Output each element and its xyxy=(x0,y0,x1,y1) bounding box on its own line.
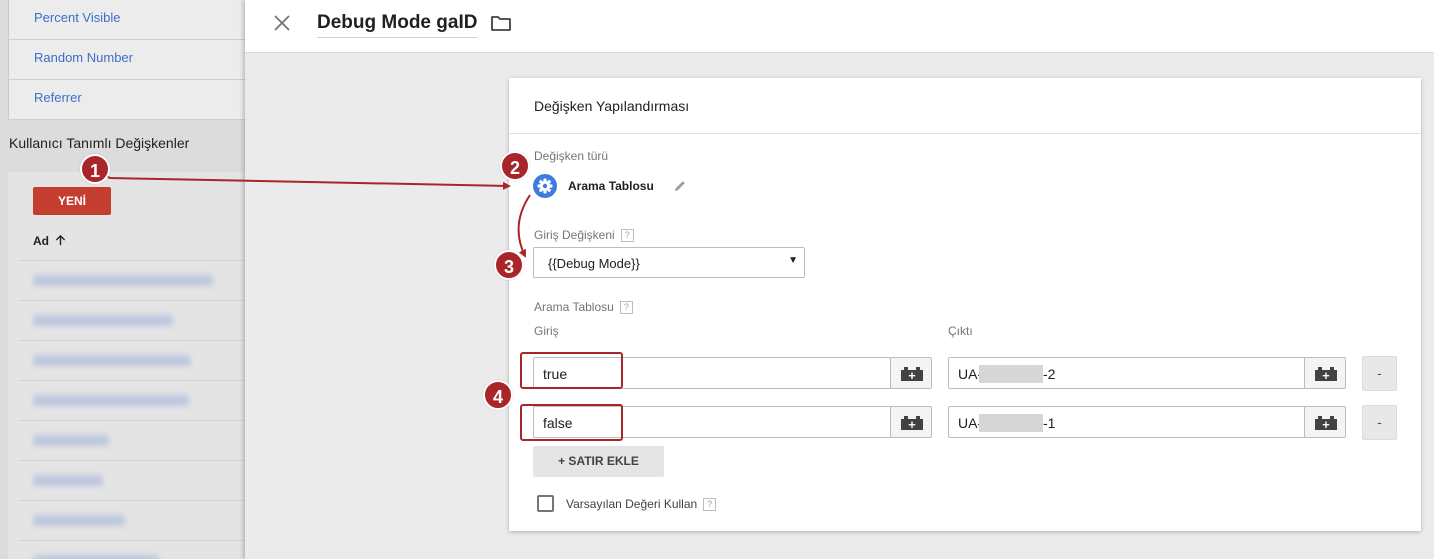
column-output-label: Çıktı xyxy=(948,324,973,338)
gear-icon xyxy=(533,174,557,198)
column-header-name[interactable]: Ad xyxy=(33,234,66,248)
table-row[interactable] xyxy=(18,540,245,559)
help-icon[interactable]: ? xyxy=(620,229,634,242)
default-value-label: Varsayılan Değeri Kullan? xyxy=(566,497,717,511)
redacted-id xyxy=(979,365,1043,383)
table-row[interactable] xyxy=(18,340,245,380)
variable-brick-icon xyxy=(901,416,923,430)
redacted-text xyxy=(33,435,109,446)
annotation-badge-1: 1 xyxy=(80,154,110,184)
new-variable-button[interactable]: YENİ xyxy=(33,187,111,215)
table-row[interactable] xyxy=(18,260,245,300)
redacted-text xyxy=(33,515,125,526)
lookup-output-field[interactable]: UA- -2 xyxy=(948,357,1306,389)
variable-picker-button[interactable] xyxy=(890,406,932,438)
dropdown-arrow-icon: ▼ xyxy=(788,255,798,266)
table-row[interactable] xyxy=(18,420,245,460)
table-row[interactable] xyxy=(18,460,245,500)
card-header: Değişken Yapılandırması xyxy=(509,78,1421,134)
help-icon[interactable]: ? xyxy=(703,498,717,511)
input-variable-value: {{Debug Mode}} xyxy=(548,256,640,271)
table-row[interactable] xyxy=(18,300,245,340)
add-row-button[interactable]: + SATIR EKLE xyxy=(533,446,664,477)
variable-brick-icon xyxy=(1315,367,1337,381)
variable-type-label: Değişken türü xyxy=(534,149,609,163)
input-variable-label: Giriş Değişkeni? xyxy=(534,228,634,242)
pencil-icon[interactable] xyxy=(673,179,687,193)
variable-type-name[interactable]: Arama Tablosu xyxy=(568,179,654,193)
builtin-variable-percent-visible[interactable]: Percent Visible xyxy=(9,0,245,40)
lookup-output-suffix: -2 xyxy=(1043,366,1056,382)
variable-editor-panel: Debug Mode gaID Değişken Yapılandırması … xyxy=(245,0,1434,559)
table-row[interactable] xyxy=(18,380,245,420)
arrow-up-icon xyxy=(56,234,66,246)
variable-picker-button[interactable] xyxy=(1304,406,1346,438)
lookup-output-field[interactable]: UA- -1 xyxy=(948,406,1306,438)
card-title: Değişken Yapılandırması xyxy=(534,98,690,114)
builtin-variables-list: Percent Visible Random Number Referrer xyxy=(8,0,245,120)
table-row[interactable] xyxy=(18,500,245,540)
help-icon[interactable]: ? xyxy=(619,301,633,314)
redacted-text xyxy=(33,355,191,366)
variable-configuration-card: Değişken Yapılandırması Değişken türü Ar… xyxy=(509,78,1421,531)
default-value-checkbox[interactable] xyxy=(537,495,554,512)
redacted-text xyxy=(33,395,189,406)
lookup-output-suffix: -1 xyxy=(1043,415,1056,431)
annotation-badge-4: 4 xyxy=(483,380,513,410)
variable-name-title[interactable]: Debug Mode gaID xyxy=(317,12,478,38)
builtin-variable-referrer[interactable]: Referrer xyxy=(9,80,245,120)
user-defined-variables-title: Kullanıcı Tanımlı Değişkenler xyxy=(9,135,190,151)
input-variable-select[interactable]: {{Debug Mode}} ▼ xyxy=(533,247,805,278)
lookup-table-label: Arama Tablosu? xyxy=(534,300,633,314)
lookup-table-label-text: Arama Tablosu xyxy=(534,300,614,314)
redacted-text xyxy=(33,315,173,326)
annotation-badge-2: 2 xyxy=(500,151,530,181)
user-defined-variables-card: YENİ Ad xyxy=(8,172,245,559)
redacted-text xyxy=(33,555,159,559)
column-header-label: Ad xyxy=(33,234,49,248)
input-variable-label-text: Giriş Değişkeni xyxy=(534,228,615,242)
redacted-text xyxy=(33,275,213,286)
variable-brick-icon xyxy=(1315,416,1337,430)
remove-row-button[interactable]: - xyxy=(1362,356,1397,391)
variables-list-panel: Percent Visible Random Number Referrer K… xyxy=(0,0,245,559)
redacted-id xyxy=(979,414,1043,432)
variable-picker-button[interactable] xyxy=(890,357,932,389)
column-input-label: Giriş xyxy=(534,324,559,338)
annotation-badge-3: 3 xyxy=(494,250,524,280)
folder-icon[interactable] xyxy=(490,14,512,32)
builtin-variable-random-number[interactable]: Random Number xyxy=(9,40,245,80)
variable-brick-icon xyxy=(901,367,923,381)
annotation-highlight-false xyxy=(520,404,623,441)
redacted-text xyxy=(33,475,103,486)
annotation-highlight-true xyxy=(520,352,623,389)
editor-header: Debug Mode gaID xyxy=(245,0,1434,53)
remove-row-button[interactable]: - xyxy=(1362,405,1397,440)
variable-picker-button[interactable] xyxy=(1304,357,1346,389)
close-icon[interactable] xyxy=(271,12,293,34)
default-value-label-text: Varsayılan Değeri Kullan xyxy=(566,497,698,511)
